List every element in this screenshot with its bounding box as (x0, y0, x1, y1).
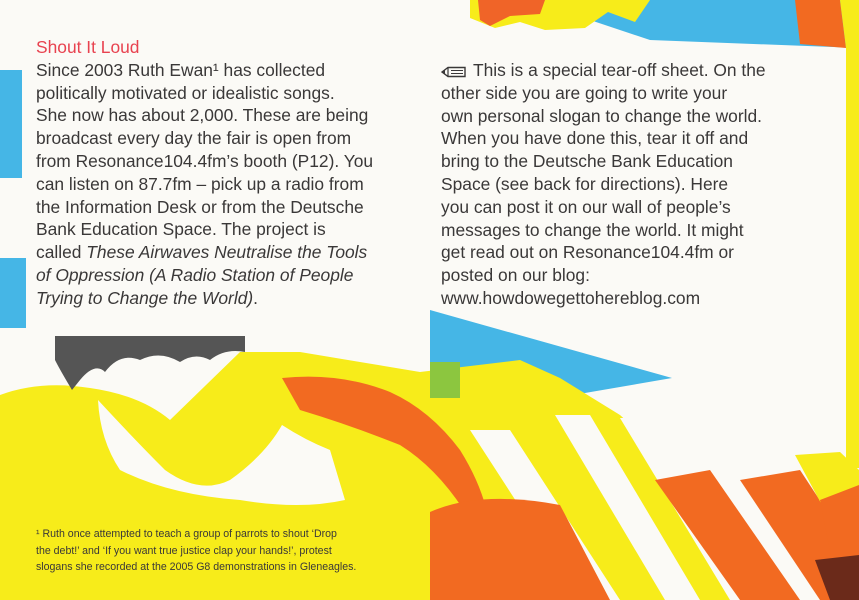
article-line: politically motivated or idealistic song… (36, 82, 335, 103)
instructions-text: This is a special tear-off sheet. On the (473, 60, 766, 80)
top-right-orange (795, 0, 846, 48)
end-punctuation: . (253, 287, 258, 308)
instructions-line-first: This is a special tear-off sheet. On the (441, 59, 846, 82)
project-title-part: of Oppression (A Radio Station of People (36, 264, 354, 285)
article-line: Since 2003 Ruth Ewan¹ has collected (36, 59, 326, 80)
instructions-line: you can post it on our wall of people’s (441, 196, 731, 217)
article-line: She now has about 2,000. These are being (36, 105, 369, 126)
instructions-line: bring to the Deutsche Bank Education (441, 151, 733, 172)
instructions-line: own personal slogan to change the world. (441, 105, 762, 126)
article-line: the Information Desk or from the Deutsch… (36, 196, 364, 217)
left-edge-blue-top (0, 70, 22, 178)
footnote-line: ¹ Ruth once attempted to teach a group o… (36, 526, 456, 543)
instructions-line: Space (see back for directions). Here (441, 173, 729, 194)
green-overlap (430, 362, 460, 398)
footnote-line: the debt!’ and ‘If you want true justice… (36, 544, 332, 557)
left-edge-blue-bottom (0, 258, 26, 328)
footnote-marker: ¹ (36, 528, 40, 540)
instructions-line: When you have done this, tear it off and (441, 128, 749, 149)
instructions-column: This is a special tear-off sheet. On the… (441, 59, 846, 310)
project-title-part: These Airwaves Neutralise the Tools (86, 242, 368, 263)
article-line: from Resonance104.4fm’s booth (P12). You (36, 150, 374, 171)
right-edge-yellow (846, 48, 859, 468)
article-line: Trying to Change the World). (36, 287, 420, 310)
project-title-part: Trying to Change the World) (36, 287, 254, 308)
article-column: Shout It Loud Since 2003 Ruth Ewan¹ has … (36, 36, 420, 310)
footnote: ¹ Ruth once attempted to teach a group o… (36, 526, 456, 576)
footnote-text: Ruth once attempted to teach a group of … (42, 528, 337, 540)
article-line: of Oppression (A Radio Station of People (36, 264, 420, 287)
instructions-line: messages to change the world. It might (441, 219, 744, 240)
article-title: Shout It Loud (36, 37, 140, 57)
called-text: called (36, 242, 87, 263)
instructions-line: get read out on Resonance104.4fm or (441, 242, 734, 263)
footnote-line: slogans she recorded at the 2005 G8 demo… (36, 561, 357, 574)
instructions-line: other side you are going to write your (441, 82, 728, 103)
article-line: Bank Education Space. The project is (36, 219, 326, 240)
instructions-line: posted on our blog: (441, 265, 590, 286)
article-line: broadcast every day the fair is open fro… (36, 128, 352, 149)
pencil-icon (441, 66, 466, 78)
blog-url: www.howdowegettohereblog.com (441, 287, 701, 308)
article-line-called: called These Airwaves Neutralise the Too… (36, 241, 420, 264)
article-line: can listen on 87.7fm – pick up a radio f… (36, 173, 364, 194)
